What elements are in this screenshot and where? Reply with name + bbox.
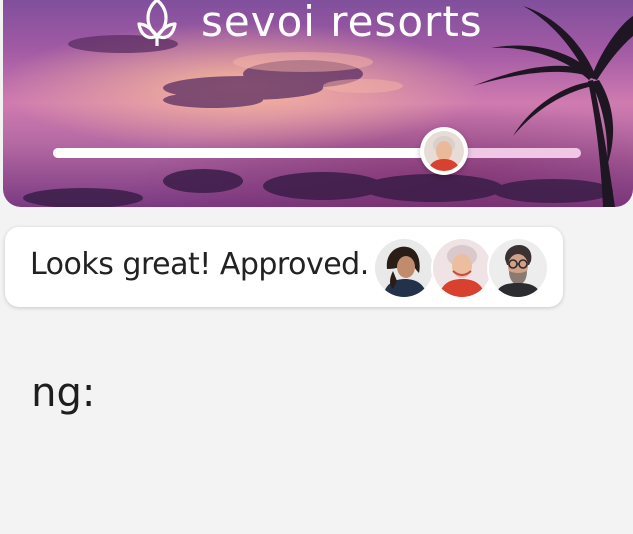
brand-name: sevoi resorts: [201, 0, 483, 46]
avatar[interactable]: [373, 237, 435, 299]
progress-fill: [53, 148, 444, 158]
brand-logo: sevoi resorts: [135, 0, 483, 50]
section-heading-fragment: Pending:: [0, 373, 95, 413]
heading-fragment-text: ng:: [31, 370, 96, 416]
avatar[interactable]: [431, 237, 493, 299]
comment-text: Looks great! Approved.: [30, 247, 369, 282]
resort-banner: sevoi resorts: [3, 0, 633, 207]
reviewer-avatars: [373, 237, 553, 299]
progress-track[interactable]: [53, 127, 581, 175]
lotus-icon: [137, 0, 177, 46]
progress-handle-avatar[interactable]: [419, 127, 468, 175]
comment-bubble: Looks great! Approved.: [5, 227, 563, 307]
avatar: [423, 131, 464, 171]
avatar[interactable]: [487, 237, 549, 299]
